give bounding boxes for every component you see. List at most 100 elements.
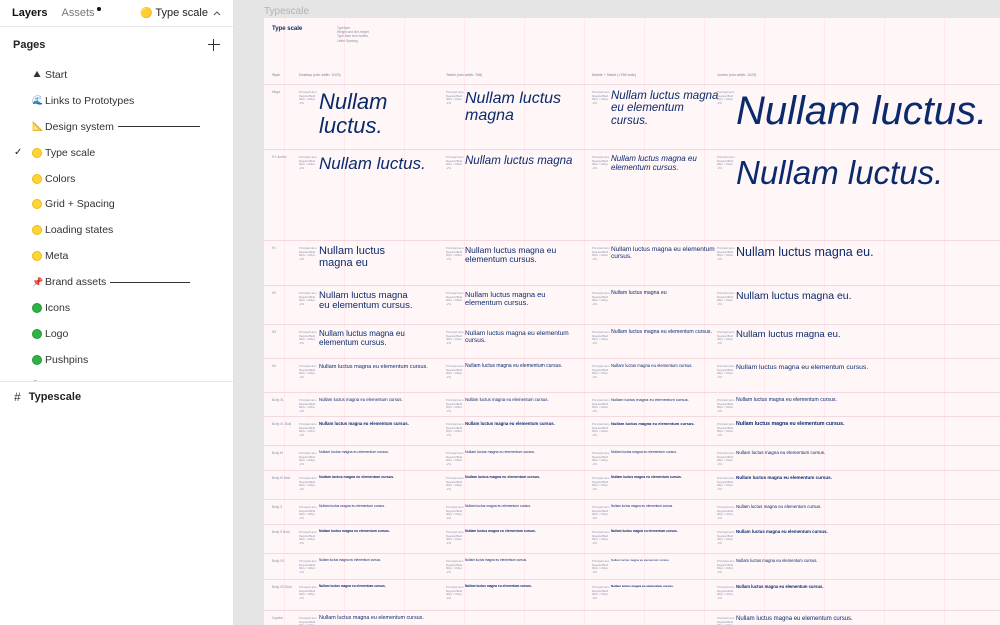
page-item-design-system[interactable]: 📐 Design system (0, 114, 233, 140)
page-item-logo[interactable]: Logo (0, 321, 233, 347)
type-sample-mobile[interactable]: Nullam luctus magna eu elementum cursus. (611, 246, 721, 260)
page-item-start[interactable]: ⛰ Start (0, 62, 233, 88)
type-sample-mobile[interactable]: Nullam luctus magna eu elementum cursus. (611, 397, 721, 402)
type-sample-jumbo[interactable]: Nullam luctus magna eu elementum cursus. (736, 504, 1000, 510)
type-sample-tablet[interactable]: Nullam luctus magna (465, 155, 575, 167)
row-divider (264, 610, 1000, 611)
type-sample-mobile[interactable]: Nullam luctus magna eu (611, 290, 721, 297)
page-item-type-scale[interactable]: ✓ Type scale (0, 140, 233, 166)
row-divider (264, 285, 1000, 286)
type-sample-tablet[interactable]: Nullam luctus magna eu elementum cursus. (465, 245, 575, 264)
type-sample-jumbo[interactable]: Nullam luctus magna eu elementum cursus. (736, 421, 1000, 428)
yellow-circle-icon (32, 173, 42, 184)
type-sample-jumbo[interactable]: Nullam luctus. (736, 155, 1000, 191)
type-sample-mobile[interactable]: Nullam luctus magna eu elementum cursus. (611, 154, 721, 172)
type-sample-mobile[interactable]: Nullam luctus magna eu elementum cursus. (611, 421, 721, 426)
type-sample-jumbo[interactable]: Nullam luctus magna eu elementum cursus. (736, 529, 1000, 535)
style-spec-meta: Principal Hero Regular/Bold 96px / 104px… (592, 530, 610, 545)
design-canvas[interactable]: Typescale Type scale Typeface Weight and … (234, 0, 1000, 625)
page-item-colors[interactable]: Colors (0, 166, 233, 192)
style-spec-meta: Principal Hero Regular/Bold 96px / 104px… (592, 398, 610, 413)
frame-note: Type-face icon bullets (337, 34, 368, 39)
tab-assets[interactable]: Assets (61, 7, 101, 19)
typescale-frame[interactable]: Type scale Typeface Weight and line-heigh… (264, 18, 1000, 625)
type-sample-mobile[interactable]: Nullam luctus magna eu elementum cursus. (611, 90, 721, 127)
type-sample-jumbo[interactable]: Nullam luctus magna eu elementum cursus. (736, 475, 1000, 481)
style-spec-meta: Principal Hero Regular/Bold 96px / 104px… (717, 505, 735, 520)
type-sample-tablet[interactable]: Nullam luctus magna eu elementum cursus. (465, 290, 575, 307)
type-sample-tablet[interactable]: Nullam luctus magna eu elementum cursus. (465, 397, 595, 403)
type-sample-tablet[interactable]: Nullam luctus magna eu elementum cursus. (465, 363, 595, 369)
type-sample-mobile[interactable]: Nullam luctus magna eu elementum cursus. (611, 329, 721, 336)
type-sample-tablet[interactable]: Nullam luctus magna eu elementum cursus. (465, 330, 575, 344)
style-spec-meta: Principal Hero Regular/Bold 96px / 104px… (446, 364, 464, 379)
page-item-brand-assets[interactable]: 📌 Brand assets (0, 269, 233, 295)
style-spec-meta: Principal Hero Regular/Bold 96px / 104px… (299, 451, 317, 466)
type-sample-jumbo[interactable]: Nullam luctus magna eu. (736, 329, 1000, 340)
page-item-label: Grid + Spacing (45, 198, 115, 211)
type-sample-desktop[interactable]: Nullam luctus magna eu elementum cursus. (319, 290, 419, 312)
type-sample-desktop[interactable]: Nullam luctus magna eu elementum cursus. (319, 329, 419, 347)
tab-assets-label: Assets (61, 7, 95, 19)
page-item-meta[interactable]: Meta (0, 243, 233, 269)
style-spec-meta: Principal Hero Regular/Bold 96px / 104px… (446, 330, 464, 345)
frame-label[interactable]: Typescale (264, 6, 309, 17)
type-sample-desktop[interactable]: Nullam luctus. (319, 90, 429, 138)
type-sample-desktop[interactable]: Nullam luctus. (319, 154, 429, 173)
page-item-components[interactable]: 🔧Components (0, 373, 233, 381)
type-sample-desktop[interactable]: Nullam luctus magna eu elementum cursus. (319, 475, 459, 480)
type-sample-mobile[interactable]: Nullam luctus magna eu elementum cursus. (611, 558, 721, 562)
type-sample-mobile[interactable]: Nullam luctus magna eu elementum cursus. (611, 363, 721, 369)
type-sample-tablet[interactable]: Nullam luctus magna eu elementum cursus. (465, 584, 595, 588)
type-sample-desktop[interactable]: Nullam luctus magna eu elementum cursus. (319, 504, 459, 509)
type-sample-jumbo[interactable]: Nullam luctus magna eu elementum cursus. (736, 450, 1000, 456)
type-sample-tablet[interactable]: Nullam luctus magna eu elementum cursus. (465, 450, 595, 455)
page-item-label: Logo (45, 327, 69, 340)
type-sample-jumbo[interactable]: Nullam luctus magna eu elementum cursus. (736, 584, 1000, 590)
current-page-selector[interactable]: 🟡 Type scale (140, 7, 221, 19)
page-item-icons[interactable]: Icons (0, 295, 233, 321)
style-spec-meta: Principal Hero Regular/Bold 96px / 104px… (717, 155, 735, 170)
style-spec-meta: Principal Hero Regular/Bold 96px / 104px… (717, 451, 735, 466)
page-item-label: Design system (45, 120, 114, 133)
green-circle-icon (32, 302, 42, 313)
type-sample-desktop[interactable]: Nullam luctus magna eu elementum cursus. (319, 615, 459, 622)
page-item-grid-spacing[interactable]: Grid + Spacing (0, 191, 233, 217)
row-divider (264, 149, 1000, 150)
tab-layers[interactable]: Layers (12, 7, 47, 19)
add-page-plus-icon[interactable] (208, 39, 220, 51)
type-sample-desktop[interactable]: Nullam luctus magna eu elementum cursus. (319, 558, 459, 562)
type-sample-desktop[interactable]: Nullam luctus magna eu elementum cursus. (319, 364, 459, 370)
type-sample-jumbo[interactable]: Nullam luctus magna eu elementum cursus. (736, 616, 1000, 622)
style-spec-meta: Principal Hero Regular/Bold 96px / 104px… (446, 559, 464, 574)
type-sample-desktop[interactable]: Nullam luctus magna eu elementum cursus. (319, 421, 459, 427)
page-list: ⛰ Start 🌊 Links to Prototypes 📐 Design system… (0, 62, 233, 382)
type-sample-desktop[interactable]: Nullam luctus magna eu (319, 245, 419, 270)
page-item-loading-states[interactable]: Loading states (0, 217, 233, 243)
type-sample-tablet[interactable]: Nullam luctus magna eu elementum cursus. (465, 504, 595, 509)
type-sample-mobile[interactable]: Nullam luctus magna eu elementum cursus. (611, 504, 721, 508)
page-item-pushpins[interactable]: Pushpins (0, 347, 233, 373)
type-sample-jumbo[interactable]: Nullam luctus magna eu. (736, 245, 1000, 260)
type-sample-desktop[interactable]: Nullam luctus magna eu elementum cursus. (319, 529, 459, 534)
type-sample-tablet[interactable]: Nullam luctus magna eu elementum cursus. (465, 421, 595, 427)
type-sample-mobile[interactable]: Nullam luctus magna eu elementum cursus. (611, 450, 721, 455)
type-sample-jumbo[interactable]: Nullam luctus magna eu. (736, 290, 1000, 302)
type-sample-desktop[interactable]: Nullam luctus magna eu elementum cursus. (319, 450, 459, 455)
type-sample-jumbo[interactable]: Nullam luctus magna eu elementum cursus. (736, 397, 1000, 404)
type-sample-tablet[interactable]: Nullam luctus magna eu elementum cursus. (465, 529, 595, 534)
type-sample-mobile[interactable]: Nullam luctus magna eu elementum cursus. (611, 584, 721, 588)
page-item-links-to-prototypes[interactable]: 🌊 Links to Prototypes (0, 88, 233, 114)
type-sample-tablet[interactable]: Nullam luctus magna (465, 90, 575, 125)
type-sample-jumbo[interactable]: Nullam luctus magna eu elementum cursus. (736, 558, 1000, 564)
type-sample-desktop[interactable]: Nullam luctus magna eu elementum cursus. (319, 397, 459, 403)
type-sample-mobile[interactable]: Nullam luctus magna eu elementum cursus. (611, 529, 721, 533)
type-sample-desktop[interactable]: Nullam luctus magna eu elementum cursus. (319, 584, 459, 588)
type-sample-jumbo[interactable]: Nullam luctus. (736, 89, 1000, 133)
type-sample-mobile[interactable]: Nullam luctus magna eu elementum cursus. (611, 475, 721, 480)
style-spec-meta: Principal Hero Regular/Bold 96px / 104px… (299, 505, 317, 520)
type-sample-tablet[interactable]: Nullam luctus magna eu elementum cursus. (465, 475, 595, 480)
type-sample-tablet[interactable]: Nullam luctus magna eu elementum cursus. (465, 558, 595, 562)
type-sample-jumbo[interactable]: Nullam luctus magna eu elementum cursus. (736, 364, 1000, 371)
layer-row-typescale[interactable]: # Typescale (0, 383, 233, 411)
